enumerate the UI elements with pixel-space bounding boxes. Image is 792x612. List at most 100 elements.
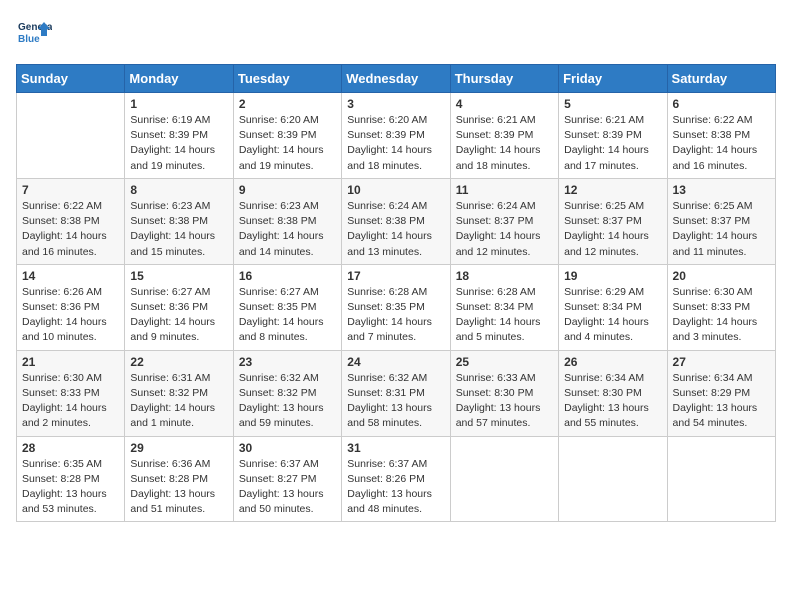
calendar-cell: 18 Sunrise: 6:28 AM Sunset: 8:34 PM Dayli… bbox=[450, 264, 558, 350]
day-number: 8 bbox=[130, 183, 227, 197]
calendar-cell: 27 Sunrise: 6:34 AM Sunset: 8:29 PM Dayli… bbox=[667, 350, 775, 436]
day-number: 29 bbox=[130, 441, 227, 455]
day-number: 6 bbox=[673, 97, 770, 111]
day-number: 17 bbox=[347, 269, 444, 283]
day-number: 5 bbox=[564, 97, 661, 111]
calendar-cell bbox=[559, 436, 667, 522]
weekday-header-saturday: Saturday bbox=[667, 65, 775, 93]
day-info: Sunrise: 6:24 AM Sunset: 8:37 PM Dayligh… bbox=[456, 199, 553, 260]
day-info: Sunrise: 6:32 AM Sunset: 8:32 PM Dayligh… bbox=[239, 371, 336, 432]
calendar-cell bbox=[667, 436, 775, 522]
day-info: Sunrise: 6:30 AM Sunset: 8:33 PM Dayligh… bbox=[673, 285, 770, 346]
calendar-week-row: 21Sunrise: 6:30 AM Sunset: 8:33 PM Dayli… bbox=[17, 350, 776, 436]
day-info: Sunrise: 6:37 AM Sunset: 8:27 PM Dayligh… bbox=[239, 457, 336, 518]
day-info: Sunrise: 6:27 AM Sunset: 8:36 PM Dayligh… bbox=[130, 285, 227, 346]
day-number: 3 bbox=[347, 97, 444, 111]
calendar-week-row: 7 Sunrise: 6:22 AM Sunset: 8:38 PM Daylig… bbox=[17, 178, 776, 264]
day-number: 22 bbox=[130, 355, 227, 369]
day-info: Sunrise: 6:22 AM Sunset: 8:38 PM Dayligh… bbox=[22, 199, 119, 260]
day-number: 23 bbox=[239, 355, 336, 369]
calendar-cell: 3 Sunrise: 6:20 AM Sunset: 8:39 PM Daylig… bbox=[342, 93, 450, 179]
calendar-week-row: 1 Sunrise: 6:19 AM Sunset: 8:39 PM Daylig… bbox=[17, 93, 776, 179]
day-number: 10 bbox=[347, 183, 444, 197]
day-number: 7 bbox=[22, 183, 119, 197]
day-info: Sunrise: 6:34 AM Sunset: 8:29 PM Dayligh… bbox=[673, 371, 770, 432]
day-info: Sunrise: 6:32 AM Sunset: 8:31 PM Dayligh… bbox=[347, 371, 444, 432]
calendar-cell: 9 Sunrise: 6:23 AM Sunset: 8:38 PM Daylig… bbox=[233, 178, 341, 264]
day-number: 26 bbox=[564, 355, 661, 369]
day-number: 11 bbox=[456, 183, 553, 197]
calendar-cell: 24 Sunrise: 6:32 AM Sunset: 8:31 PM Dayli… bbox=[342, 350, 450, 436]
day-number: 20 bbox=[673, 269, 770, 283]
calendar-cell: 30Sunrise: 6:37 AM Sunset: 8:27 PM Dayli… bbox=[233, 436, 341, 522]
day-info: Sunrise: 6:35 AM Sunset: 8:28 PM Dayligh… bbox=[22, 457, 119, 518]
day-info: Sunrise: 6:28 AM Sunset: 8:35 PM Dayligh… bbox=[347, 285, 444, 346]
day-number: 12 bbox=[564, 183, 661, 197]
weekday-header-row: SundayMondayTuesdayWednesdayThursdayFrid… bbox=[17, 65, 776, 93]
day-info: Sunrise: 6:22 AM Sunset: 8:38 PM Dayligh… bbox=[673, 113, 770, 174]
calendar-cell bbox=[450, 436, 558, 522]
calendar-cell: 10 Sunrise: 6:24 AM Sunset: 8:38 PM Dayli… bbox=[342, 178, 450, 264]
calendar-week-row: 28 Sunrise: 6:35 AM Sunset: 8:28 PM Dayli… bbox=[17, 436, 776, 522]
day-number: 9 bbox=[239, 183, 336, 197]
calendar-cell: 14 Sunrise: 6:26 AM Sunset: 8:36 PM Dayli… bbox=[17, 264, 125, 350]
calendar-cell: 7 Sunrise: 6:22 AM Sunset: 8:38 PM Daylig… bbox=[17, 178, 125, 264]
day-number: 24 bbox=[347, 355, 444, 369]
day-info: Sunrise: 6:26 AM Sunset: 8:36 PM Dayligh… bbox=[22, 285, 119, 346]
day-info: Sunrise: 6:23 AM Sunset: 8:38 PM Dayligh… bbox=[239, 199, 336, 260]
day-number: 31 bbox=[347, 441, 444, 455]
calendar-cell: 25Sunrise: 6:33 AM Sunset: 8:30 PM Dayli… bbox=[450, 350, 558, 436]
day-info: Sunrise: 6:19 AM Sunset: 8:39 PM Dayligh… bbox=[130, 113, 227, 174]
day-number: 28 bbox=[22, 441, 119, 455]
logo-svg: General Blue bbox=[16, 16, 52, 52]
day-number: 27 bbox=[673, 355, 770, 369]
weekday-header-sunday: Sunday bbox=[17, 65, 125, 93]
day-number: 14 bbox=[22, 269, 119, 283]
day-info: Sunrise: 6:21 AM Sunset: 8:39 PM Dayligh… bbox=[564, 113, 661, 174]
day-number: 1 bbox=[130, 97, 227, 111]
day-info: Sunrise: 6:28 AM Sunset: 8:34 PM Dayligh… bbox=[456, 285, 553, 346]
day-number: 13 bbox=[673, 183, 770, 197]
calendar-cell: 28 Sunrise: 6:35 AM Sunset: 8:28 PM Dayli… bbox=[17, 436, 125, 522]
logo: General Blue bbox=[16, 16, 52, 52]
weekday-header-tuesday: Tuesday bbox=[233, 65, 341, 93]
calendar-cell: 2Sunrise: 6:20 AM Sunset: 8:39 PM Daylig… bbox=[233, 93, 341, 179]
day-number: 25 bbox=[456, 355, 553, 369]
day-info: Sunrise: 6:20 AM Sunset: 8:39 PM Dayligh… bbox=[347, 113, 444, 174]
calendar-cell: 4 Sunrise: 6:21 AM Sunset: 8:39 PM Daylig… bbox=[450, 93, 558, 179]
day-number: 4 bbox=[456, 97, 553, 111]
weekday-header-monday: Monday bbox=[125, 65, 233, 93]
day-info: Sunrise: 6:25 AM Sunset: 8:37 PM Dayligh… bbox=[564, 199, 661, 260]
calendar-cell: 8Sunrise: 6:23 AM Sunset: 8:38 PM Daylig… bbox=[125, 178, 233, 264]
day-info: Sunrise: 6:25 AM Sunset: 8:37 PM Dayligh… bbox=[673, 199, 770, 260]
weekday-header-wednesday: Wednesday bbox=[342, 65, 450, 93]
calendar-cell: 31 Sunrise: 6:37 AM Sunset: 8:26 PM Dayli… bbox=[342, 436, 450, 522]
calendar-cell: 12 Sunrise: 6:25 AM Sunset: 8:37 PM Dayli… bbox=[559, 178, 667, 264]
day-number: 15 bbox=[130, 269, 227, 283]
day-number: 21 bbox=[22, 355, 119, 369]
calendar-week-row: 14 Sunrise: 6:26 AM Sunset: 8:36 PM Dayli… bbox=[17, 264, 776, 350]
calendar-cell: 29 Sunrise: 6:36 AM Sunset: 8:28 PM Dayli… bbox=[125, 436, 233, 522]
calendar-cell: 21Sunrise: 6:30 AM Sunset: 8:33 PM Dayli… bbox=[17, 350, 125, 436]
day-number: 18 bbox=[456, 269, 553, 283]
day-number: 16 bbox=[239, 269, 336, 283]
calendar-cell: 16Sunrise: 6:27 AM Sunset: 8:35 PM Dayli… bbox=[233, 264, 341, 350]
calendar-cell: 19 Sunrise: 6:29 AM Sunset: 8:34 PM Dayli… bbox=[559, 264, 667, 350]
calendar-cell: 26Sunrise: 6:34 AM Sunset: 8:30 PM Dayli… bbox=[559, 350, 667, 436]
svg-text:Blue: Blue bbox=[18, 34, 40, 45]
day-info: Sunrise: 6:36 AM Sunset: 8:28 PM Dayligh… bbox=[130, 457, 227, 518]
calendar-cell: 6 Sunrise: 6:22 AM Sunset: 8:38 PM Daylig… bbox=[667, 93, 775, 179]
calendar-table: SundayMondayTuesdayWednesdayThursdayFrid… bbox=[16, 64, 776, 522]
day-info: Sunrise: 6:37 AM Sunset: 8:26 PM Dayligh… bbox=[347, 457, 444, 518]
day-info: Sunrise: 6:20 AM Sunset: 8:39 PM Dayligh… bbox=[239, 113, 336, 174]
calendar-cell: 20 Sunrise: 6:30 AM Sunset: 8:33 PM Dayli… bbox=[667, 264, 775, 350]
weekday-header-thursday: Thursday bbox=[450, 65, 558, 93]
day-info: Sunrise: 6:24 AM Sunset: 8:38 PM Dayligh… bbox=[347, 199, 444, 260]
calendar-cell: 13 Sunrise: 6:25 AM Sunset: 8:37 PM Dayli… bbox=[667, 178, 775, 264]
calendar-cell: 22 Sunrise: 6:31 AM Sunset: 8:32 PM Dayli… bbox=[125, 350, 233, 436]
day-info: Sunrise: 6:31 AM Sunset: 8:32 PM Dayligh… bbox=[130, 371, 227, 432]
calendar-cell: 23 Sunrise: 6:32 AM Sunset: 8:32 PM Dayli… bbox=[233, 350, 341, 436]
day-info: Sunrise: 6:21 AM Sunset: 8:39 PM Dayligh… bbox=[456, 113, 553, 174]
day-number: 19 bbox=[564, 269, 661, 283]
day-info: Sunrise: 6:29 AM Sunset: 8:34 PM Dayligh… bbox=[564, 285, 661, 346]
